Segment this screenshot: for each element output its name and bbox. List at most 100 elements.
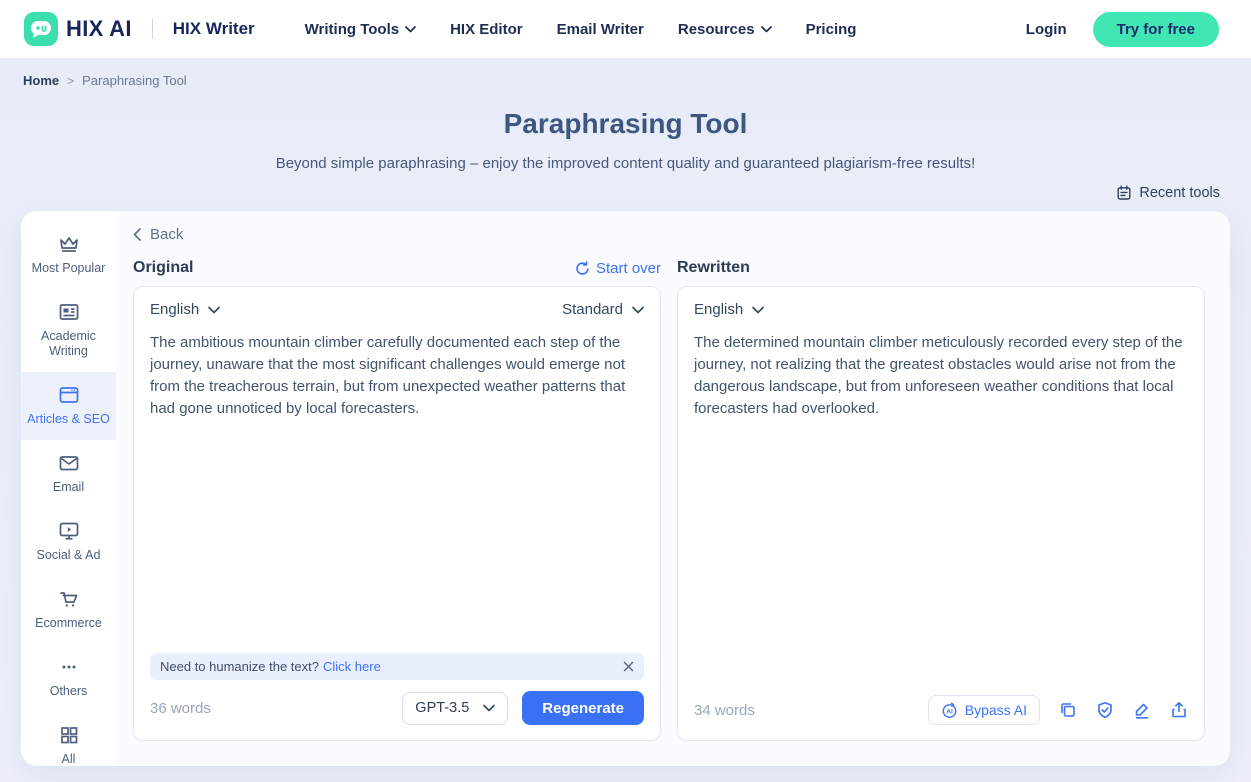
chevron-down-icon [761,26,772,33]
rewritten-actions [1059,701,1188,719]
nav-item-label: Email Writer [557,21,644,38]
rewritten-word-count: 34 words [694,702,755,719]
sidebar-item-email[interactable]: Email [21,440,116,508]
back-label: Back [150,226,183,243]
model-select[interactable]: GPT-3.5 [402,692,508,725]
rewritten-language-value: English [694,301,743,318]
humanize-prompt: Need to humanize the text? [160,659,319,674]
sidebar-item-label: Academic Writing [25,329,112,359]
panels-row: English Standard The ambitious mountain … [133,286,1205,741]
columns-header: Original Start over Rewritten [133,259,1205,277]
export-icon[interactable] [1170,701,1188,719]
product-name: HIX Writer [173,19,255,39]
sidebar-item-social-ad[interactable]: Social & Ad [21,508,116,576]
style-select[interactable]: Standard [562,301,644,318]
grid-icon [57,724,81,746]
nav-item-label: Writing Tools [305,21,399,38]
original-text-area[interactable]: The ambitious mountain climber carefully… [150,332,644,420]
regenerate-button[interactable]: Regenerate [522,691,644,725]
sidebar-item-label: Articles & SEO [27,412,110,427]
crown-icon [57,233,81,255]
bypass-ai-button[interactable]: AI Bypass AI [928,695,1040,725]
brand-name: HIX AI [66,16,132,42]
style-value: Standard [562,301,623,318]
ai-badge-icon: AI [941,702,958,719]
sidebar-item-label: Most Popular [32,261,106,276]
nav-item-writing-tools[interactable]: Writing Tools [305,21,416,38]
ellipsis-icon [57,656,81,678]
page-title: Paraphrasing Tool [0,108,1251,140]
breadcrumb-current: Paraphrasing Tool [82,73,187,88]
nav-item-label: Pricing [806,21,857,38]
edit-icon[interactable] [1133,701,1151,719]
nav-item-hix-editor[interactable]: HIX Editor [450,21,523,38]
model-value: GPT-3.5 [415,700,469,716]
shopping-cart-icon [57,588,81,610]
shield-check-icon[interactable] [1096,701,1114,719]
humanize-link[interactable]: Click here [323,659,381,674]
top-navbar: HIX AI HIX Writer Writing Tools HIX Edit… [0,0,1251,58]
sidebar-item-label: Ecommerce [35,616,102,631]
main-nav: Writing Tools HIX Editor Email Writer Re… [305,21,857,38]
envelope-icon [57,452,81,474]
sidebar-item-others[interactable]: Others [21,644,116,712]
sidebar-item-articles-seo[interactable]: Articles & SEO [21,372,116,440]
category-sidebar: Most Popular Academic Writing Articles &… [21,211,116,766]
sidebar-item-label: Social & Ad [37,548,101,563]
tool-content: Back Original Start over Rewritten [116,211,1230,766]
sidebar-item-ecommerce[interactable]: Ecommerce [21,576,116,644]
sidebar-item-label: Others [50,684,88,699]
close-icon[interactable] [623,661,634,672]
rewritten-heading: Rewritten [677,259,750,277]
breadcrumb-separator: > [67,74,74,88]
humanize-banner: Need to humanize the text? Click here [150,653,644,680]
login-link[interactable]: Login [1026,21,1067,38]
header-right: Login Try for free [1026,12,1219,47]
rewritten-panel: English The determined mountain climber … [677,286,1205,741]
nav-item-label: Resources [678,21,755,38]
chevron-left-icon [133,228,141,241]
sidebar-item-all[interactable]: All [21,712,116,780]
chevron-down-icon [405,26,416,33]
recent-tools-label: Recent tools [1139,185,1220,201]
chevron-down-icon [208,306,220,314]
svg-text:AI: AI [946,708,953,715]
copy-icon[interactable] [1059,701,1077,719]
nav-item-resources[interactable]: Resources [678,21,772,38]
chevron-down-icon [632,306,644,314]
sidebar-item-label: All [62,752,76,767]
sidebar-item-label: Email [53,480,84,495]
chevron-down-icon [752,306,764,314]
brand-divider [152,19,153,39]
try-for-free-button[interactable]: Try for free [1093,12,1219,47]
nav-item-label: HIX Editor [450,21,523,38]
sidebar-item-academic-writing[interactable]: Academic Writing [21,289,116,372]
original-heading: Original [133,259,193,277]
rewritten-language-select[interactable]: English [694,301,764,318]
bypass-ai-label: Bypass AI [965,702,1027,718]
browser-window-icon [57,384,81,406]
recent-tools-button[interactable]: Recent tools [1116,185,1220,201]
original-word-count: 36 words [150,700,211,717]
nav-item-email-writer[interactable]: Email Writer [557,21,644,38]
clipboard-icon [1116,185,1132,201]
original-language-select[interactable]: English [150,301,220,318]
breadcrumb: Home > Paraphrasing Tool [0,58,1251,88]
back-button[interactable]: Back [133,226,203,243]
original-language-value: English [150,301,199,318]
hix-logo-icon [24,12,58,46]
nav-item-pricing[interactable]: Pricing [806,21,857,38]
monitor-play-icon [57,520,81,542]
newspaper-icon [57,301,81,323]
original-panel: English Standard The ambitious mountain … [133,286,661,741]
chevron-down-icon [483,704,495,712]
restart-icon [575,261,590,276]
brand[interactable]: HIX AI HIX Writer [24,12,255,46]
breadcrumb-home-link[interactable]: Home [23,73,59,88]
page-subtitle: Beyond simple paraphrasing – enjoy the i… [0,155,1251,172]
start-over-label: Start over [596,260,661,277]
tool-card: Most Popular Academic Writing Articles &… [21,211,1230,766]
sidebar-item-most-popular[interactable]: Most Popular [21,221,116,289]
rewritten-text-area[interactable]: The determined mountain climber meticulo… [694,332,1188,420]
start-over-button[interactable]: Start over [575,260,661,277]
